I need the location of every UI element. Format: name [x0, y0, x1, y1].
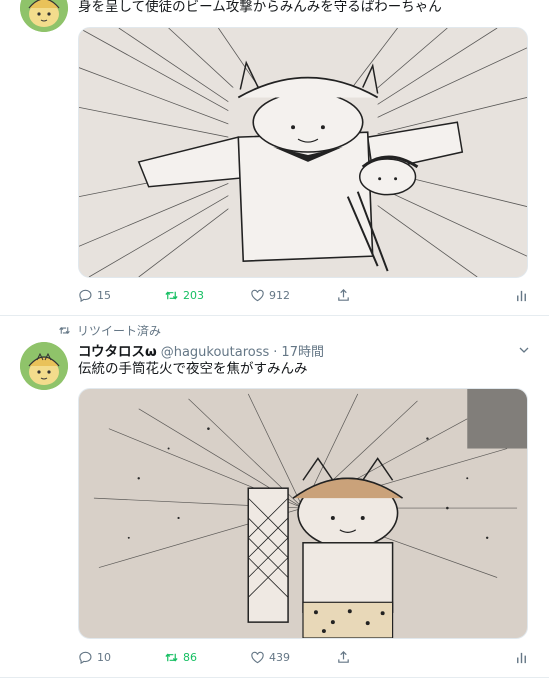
- display-name[interactable]: コウタロスω: [78, 340, 157, 360]
- tweet-text: 身を呈して使徒のビーム攻撃からみんみを守るぱわーちゃん: [78, 0, 442, 15]
- tweet-header: コウタロスω @hagukoutaross · 17時間: [78, 340, 324, 360]
- tweet-timestamp[interactable]: 17時間: [281, 341, 324, 360]
- reply-icon: [79, 651, 92, 665]
- chevron-down-icon[interactable]: [518, 344, 530, 356]
- separator: ·: [273, 345, 278, 360]
- retweet-count: 86: [183, 651, 197, 664]
- tweet-1[interactable]: 身を呈して使徒のビーム攻撃からみんみを守るぱわーちゃん 15 203 912: [0, 0, 549, 315]
- reply-count: 10: [97, 651, 111, 664]
- reply-icon: [79, 289, 92, 303]
- tweet-actions: 10 86 439: [78, 650, 528, 670]
- tweet-divider: [0, 315, 549, 316]
- reply-button[interactable]: 15: [78, 288, 111, 303]
- retweet-count: 203: [183, 289, 204, 302]
- share-icon: [338, 289, 349, 301]
- avatar[interactable]: [20, 342, 68, 390]
- retweeted-label: リツイート済み: [77, 324, 162, 338]
- reply-button[interactable]: 10: [78, 650, 111, 665]
- heart-icon: [251, 289, 264, 302]
- tweet-text: 伝統の手筒花火で夜空を焦がすみんみ: [78, 361, 308, 377]
- retweet-button[interactable]: 203: [164, 288, 204, 303]
- avatar[interactable]: [20, 0, 68, 32]
- retweet-icon: [59, 327, 70, 334]
- analytics-button[interactable]: [514, 288, 529, 303]
- heart-icon: [251, 651, 264, 664]
- share-icon: [338, 651, 349, 663]
- tweet-divider: [0, 677, 549, 678]
- analytics-icon: [517, 652, 526, 664]
- analytics-icon: [517, 290, 526, 302]
- like-button[interactable]: 439: [250, 650, 290, 665]
- retweet-icon: [165, 653, 178, 662]
- retweet-button[interactable]: 86: [164, 650, 197, 665]
- user-handle[interactable]: @hagukoutaross: [161, 345, 270, 360]
- like-count: 912: [269, 289, 290, 302]
- tweet-actions: 15 203 912: [78, 288, 528, 308]
- share-button[interactable]: [336, 650, 351, 665]
- retweet-icon: [165, 291, 178, 300]
- tweet-image[interactable]: [78, 27, 528, 278]
- tweet-image[interactable]: [78, 388, 528, 639]
- retweeted-indicator: リツイート済み: [58, 322, 161, 339]
- analytics-button[interactable]: [514, 650, 529, 665]
- like-button[interactable]: 912: [250, 288, 290, 303]
- reply-count: 15: [97, 289, 111, 302]
- share-button[interactable]: [336, 288, 351, 303]
- like-count: 439: [269, 651, 290, 664]
